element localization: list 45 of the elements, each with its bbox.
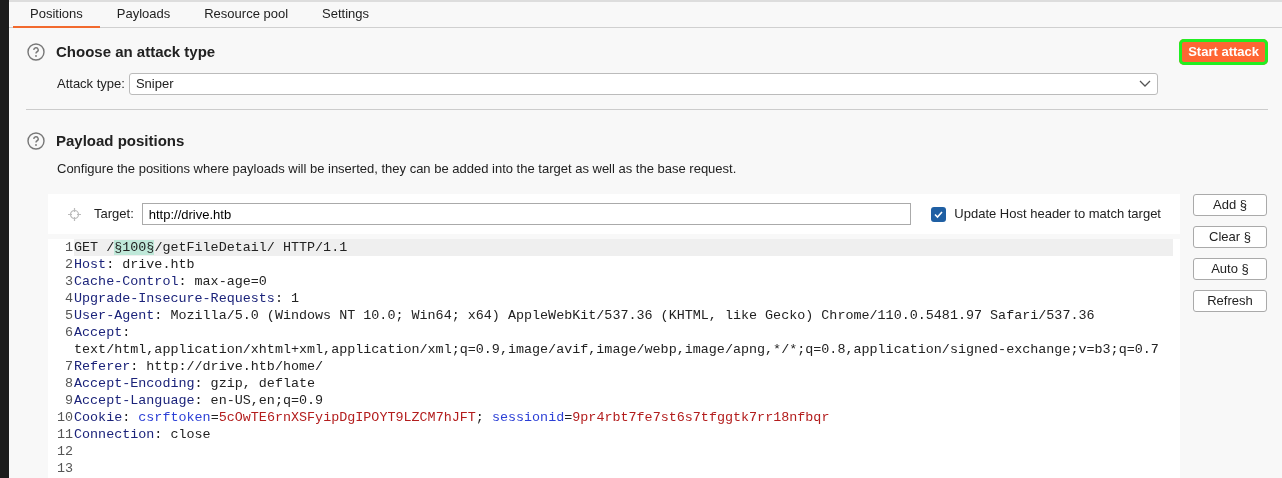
line-number: 10 xyxy=(55,409,74,426)
line-number: 2 xyxy=(63,256,74,273)
code-line: User-Agent: Mozilla/5.0 (Windows NT 10.0; Win64; x64) AppleWebKit/537.36 (KHTML, like Gecko) Chrome/110.0.5481.97 Safari/537.36 xyxy=(74,307,1096,324)
line-number: 7 xyxy=(63,358,74,375)
checkbox-label: Update Host header to match target xyxy=(954,205,1161,224)
crosshair-icon xyxy=(68,207,81,221)
side-button[interactable]: Refresh xyxy=(1193,290,1267,312)
tab[interactable]: Payloads xyxy=(99,2,188,28)
target-field[interactable]: http://drive.htb xyxy=(141,203,912,225)
code-line: Cookie: csrftoken=5cOwTE6rnXSFyipDgIPOYT9LZCM7hJFT; sessionid=9pr4rbt7fe7st6s7tfggtk7rr18nfbqr xyxy=(74,409,831,426)
code-line: Accept-Encoding: gzip, deflate xyxy=(74,375,317,392)
code-line: Accept: xyxy=(74,324,132,341)
attack-type-dropdown[interactable]: Sniper xyxy=(128,72,1158,95)
code-line: text/html,application/xhtml+xml,application/xml;q=0.9,image/avif,image/webp,image/apng,*/*;q=0.8,application/signed-exchange;v=b3;q=0.7 xyxy=(74,341,1160,358)
line-number: 3 xyxy=(63,273,74,290)
code-line: Host: drive.htb xyxy=(74,256,196,273)
field-label: Target: xyxy=(94,205,134,224)
line-number: 6 xyxy=(63,324,74,341)
line-number: 11 xyxy=(55,426,74,443)
description-text: Configure the positions where payloads will be inserted, they can be added into the target as well as the base request. xyxy=(56,159,738,178)
code-line: Cache-Control: max-age=0 xyxy=(74,273,268,290)
code-line: Referer: http://drive.htb/home/ xyxy=(74,358,325,375)
line-number: 9 xyxy=(63,392,74,409)
side-button[interactable]: Add § xyxy=(1193,194,1267,216)
tab[interactable]: Positions xyxy=(13,2,100,28)
side-button[interactable]: Clear § xyxy=(1193,226,1267,248)
chevron-down-icon xyxy=(1139,79,1151,88)
section-title: Payload positions xyxy=(56,131,185,150)
tab[interactable]: Resource pool xyxy=(187,2,306,28)
checkbox[interactable] xyxy=(931,206,947,222)
tab[interactable]: Settings xyxy=(305,2,387,28)
section-title: Choose an attack type xyxy=(56,42,216,61)
side-button[interactable]: Auto § xyxy=(1193,258,1267,280)
line-number: 8 xyxy=(63,375,74,392)
line-number: 4 xyxy=(63,290,74,307)
help-icon[interactable] xyxy=(27,42,45,61)
code-line: Upgrade-Insecure-Requests: 1 xyxy=(74,290,300,307)
help-icon[interactable] xyxy=(27,131,45,150)
line-number: 12 xyxy=(55,443,74,460)
code-line: Connection: close xyxy=(74,426,212,443)
line-number: 5 xyxy=(63,307,74,324)
field-label: Attack type: xyxy=(57,74,125,93)
line-number: 1 xyxy=(63,239,74,256)
line-number: 13 xyxy=(55,460,74,477)
code-line: Accept-Language: en-US,en;q=0.9 xyxy=(74,392,325,409)
